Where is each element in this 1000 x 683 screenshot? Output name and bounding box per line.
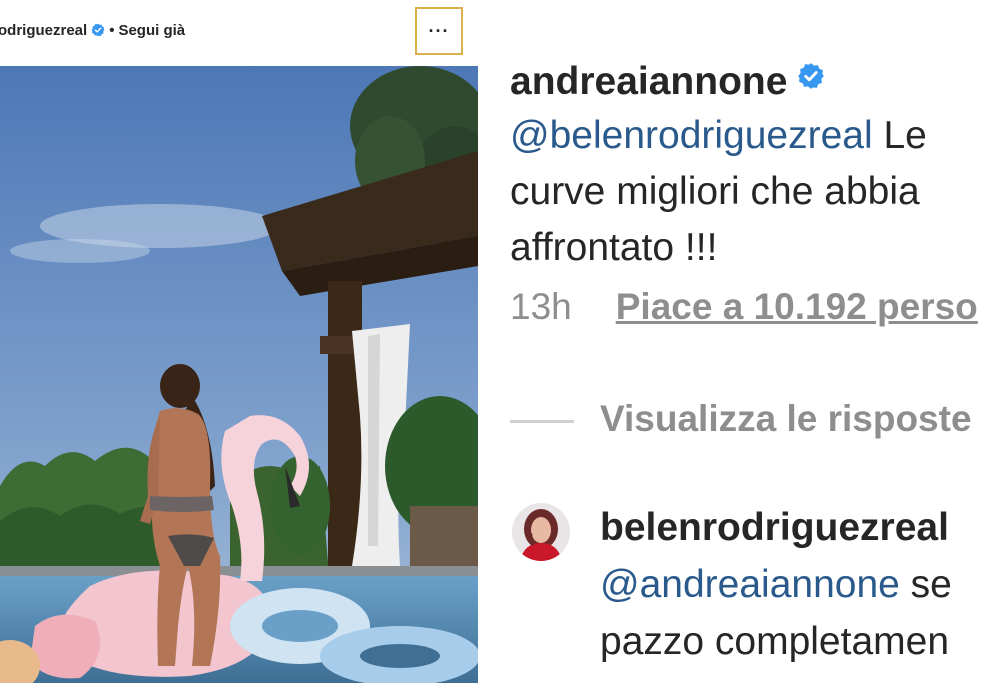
comment-text-line2: curve migliori che abbia [510,170,920,213]
comment-timestamp: 13h [510,286,572,327]
view-replies-label: Visualizza le risposte [600,398,972,439]
reply-text-line2: pazzo completamen [600,620,950,663]
comment-meta: 13h Piace a 10.192 perso [510,286,978,328]
comment-author: andreaiannone [510,56,825,104]
reply-avatar[interactable] [512,503,570,561]
verified-badge-icon [797,56,825,100]
comment-text-line1: Le [872,114,927,157]
reply-mention-link[interactable]: @andreaiannone [600,563,900,606]
reply-text: @andreaiannone se pazzo completamen [600,556,952,670]
separator-dot: • [109,22,115,39]
more-options-button[interactable]: ··· [415,7,463,55]
likes-link[interactable]: Piace a 10.192 perso [616,286,978,327]
comment-text-line3: affrontato !!! [510,226,718,269]
verified-badge-icon [91,23,105,41]
reply-username[interactable]: belenrodriguezreal [600,506,949,550]
follow-status-button[interactable]: Segui già [118,22,185,39]
comment-username[interactable]: andreaiannone [510,60,787,103]
view-replies-button[interactable]: Visualizza le risposte [510,398,972,440]
post-username[interactable]: odriguezreal [0,22,87,39]
comment-mention-link[interactable]: @belenrodriguezreal [510,114,873,157]
reply-text-line1: se [899,563,952,606]
comment-text: @belenrodriguezreal Le curve migliori ch… [510,108,927,276]
post-author: odriguezreal • Segui già [0,22,185,41]
replies-divider [510,419,574,423]
post-photo[interactable] [0,66,478,683]
comments-panel: andreaiannone @belenrodriguezreal Le cur… [478,0,1000,683]
post-panel: odriguezreal • Segui già ··· [0,0,478,683]
post-header: odriguezreal • Segui già ··· [0,0,478,66]
